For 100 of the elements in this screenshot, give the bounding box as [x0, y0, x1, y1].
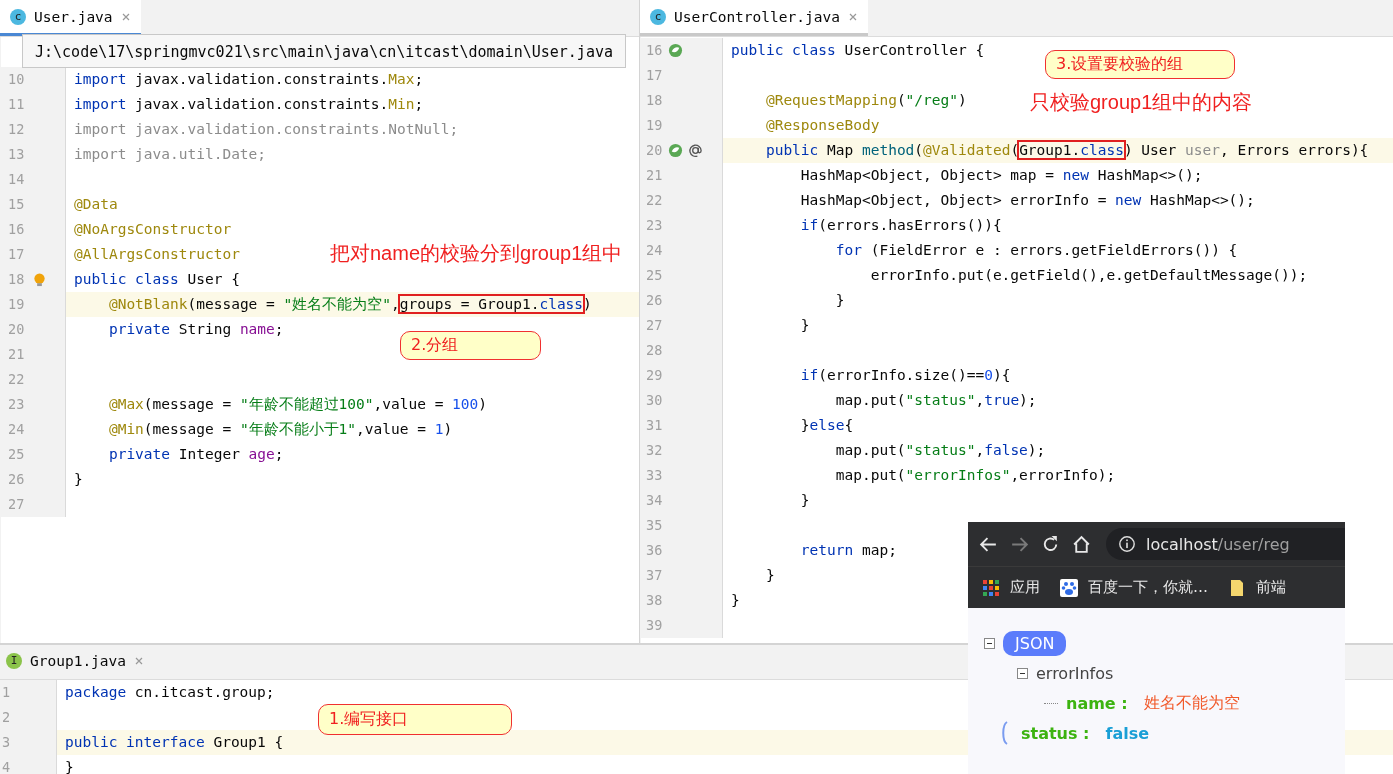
close-icon[interactable] [120, 11, 131, 22]
address-bar[interactable]: localhost/user/reg [1106, 528, 1345, 560]
line-number: 4 [2, 758, 12, 774]
code-line: } [74, 471, 83, 487]
json-value: false [1105, 723, 1150, 743]
at-sign-icon[interactable] [688, 143, 703, 158]
code-line: @ResponseBody [764, 117, 880, 133]
line-number: 36 [646, 541, 663, 560]
code-line: @RequestMapping("/reg") [764, 92, 967, 108]
line-number: 27 [8, 495, 25, 514]
code-line: private String name; [107, 321, 284, 337]
code-line: import javax.validation.constraints.Min; [74, 96, 424, 112]
file-tab[interactable]: c User.java [0, 0, 141, 36]
code-line: map.put("status",true); [834, 392, 1037, 408]
line-number: 33 [646, 466, 663, 485]
line-number: 23 [8, 395, 25, 414]
line-number: 19 [8, 295, 25, 314]
line-number: 32 [646, 441, 663, 460]
line-number: 28 [646, 341, 663, 360]
line-number: 19 [646, 116, 663, 135]
code-line: } [799, 317, 810, 333]
code-line: public class UserController { [731, 42, 985, 58]
callout-bubble: 2.分组 [400, 331, 541, 360]
line-number: 13 [8, 145, 25, 164]
line-number: 24 [646, 241, 663, 260]
code-line: } [65, 759, 74, 774]
lightbulb-icon[interactable] [32, 272, 47, 287]
home-icon[interactable] [1071, 533, 1092, 555]
line-number: 1 [2, 683, 12, 702]
line-number: 15 [8, 195, 25, 214]
code-line: }else{ [799, 417, 854, 433]
line-number: 12 [8, 120, 25, 139]
line-number: 11 [8, 95, 25, 114]
code-line: public class User { [74, 271, 240, 287]
code-line: HashMap<Object, Object> map = new HashMap<>(); [799, 167, 1203, 183]
code-line: public Map method(@Validated(Group1.class) User user, Errors errors){ [764, 142, 1369, 158]
line-number: 16 [646, 41, 663, 60]
line-number: 2 [2, 708, 12, 727]
code-line: if(errors.hasErrors()){ [799, 217, 1002, 233]
code-line: @Max(message = "年龄不能超过100",value = 100) [107, 396, 488, 412]
line-number: 39 [646, 616, 663, 635]
line-number: 20 [8, 320, 25, 339]
line-number: 26 [8, 470, 25, 489]
file-path-tooltip: J:\code\17\springmvc021\src\main\java\cn\itcast\domain\User.java [22, 34, 626, 68]
bookmark[interactable]: 百度一下，你就… [1060, 578, 1208, 597]
code-line: } [764, 567, 775, 583]
json-key: status : [1021, 723, 1090, 743]
code-line: } [731, 592, 740, 608]
close-icon[interactable] [134, 655, 145, 666]
line-number: 10 [8, 70, 25, 89]
code-line: HashMap<Object, Object> errorInfo = new HashMap<>(); [799, 192, 1255, 208]
line-number: 27 [646, 316, 663, 335]
line-number: 25 [8, 445, 25, 464]
line-number: 35 [646, 516, 663, 535]
line-number: 26 [646, 291, 663, 310]
line-number: 25 [646, 266, 663, 285]
code-line: for (FieldError e : errors.getFieldErrors()) { [834, 242, 1238, 258]
paw-icon [1060, 578, 1078, 597]
callout-bubble: 1.编写接口 [318, 704, 512, 735]
code-line: public interface Group1 { [65, 734, 284, 750]
line-number: 24 [8, 420, 25, 439]
bean-icon[interactable] [668, 143, 683, 158]
code-line: import java.util.Date; [74, 146, 267, 162]
line-number: 34 [646, 491, 663, 510]
callout-bubble: 3.设置要校验的组 [1045, 50, 1235, 79]
line-number: 22 [8, 370, 25, 389]
collapse-icon[interactable] [984, 637, 995, 649]
code-line: @NoArgsConstructor [74, 221, 232, 237]
bean-icon[interactable] [668, 43, 683, 58]
code-line: errorInfo.put(e.getField(),e.getDefaultMessage()); [869, 267, 1308, 283]
code-line: if(errorInfo.size()==0){ [799, 367, 1011, 383]
close-icon[interactable] [847, 11, 858, 22]
line-number: 31 [646, 416, 663, 435]
code-line: private Integer age; [107, 446, 284, 462]
file-tab[interactable]: c UserController.java [640, 0, 868, 36]
annotation-text: 只校验group1组中的内容 [1030, 90, 1253, 115]
code-line: import javax.validation.constraints.Max; [74, 71, 424, 87]
code-line: @AllArgsConstructor [74, 246, 240, 262]
line-number: 37 [646, 566, 663, 585]
bookmark[interactable]: 前端 [1228, 578, 1286, 597]
line-number: 29 [646, 366, 663, 385]
code-line: } [799, 492, 810, 508]
line-number: 18 [8, 270, 25, 289]
collapse-icon[interactable] [1017, 667, 1028, 679]
line-number: 21 [646, 166, 663, 185]
code-line: import javax.validation.constraints.NotNull; [74, 121, 459, 137]
json-key: name : [1066, 693, 1128, 713]
line-number: 18 [646, 91, 663, 110]
apps-grid-icon [982, 578, 1000, 597]
bookmark[interactable]: 应用 [982, 578, 1040, 597]
line-number: 17 [646, 66, 663, 85]
line-number: 38 [646, 591, 663, 610]
line-number: 22 [646, 191, 663, 210]
code-line: } [834, 292, 845, 308]
line-number: 23 [646, 216, 663, 235]
json-value: 姓名不能为空 [1143, 692, 1240, 714]
code-line: return map; [799, 542, 897, 558]
annotation-text: 把对name的校验分到group1组中 [330, 241, 623, 266]
line-number: 17 [8, 245, 25, 264]
code-line: package cn.itcast.group; [65, 684, 275, 700]
